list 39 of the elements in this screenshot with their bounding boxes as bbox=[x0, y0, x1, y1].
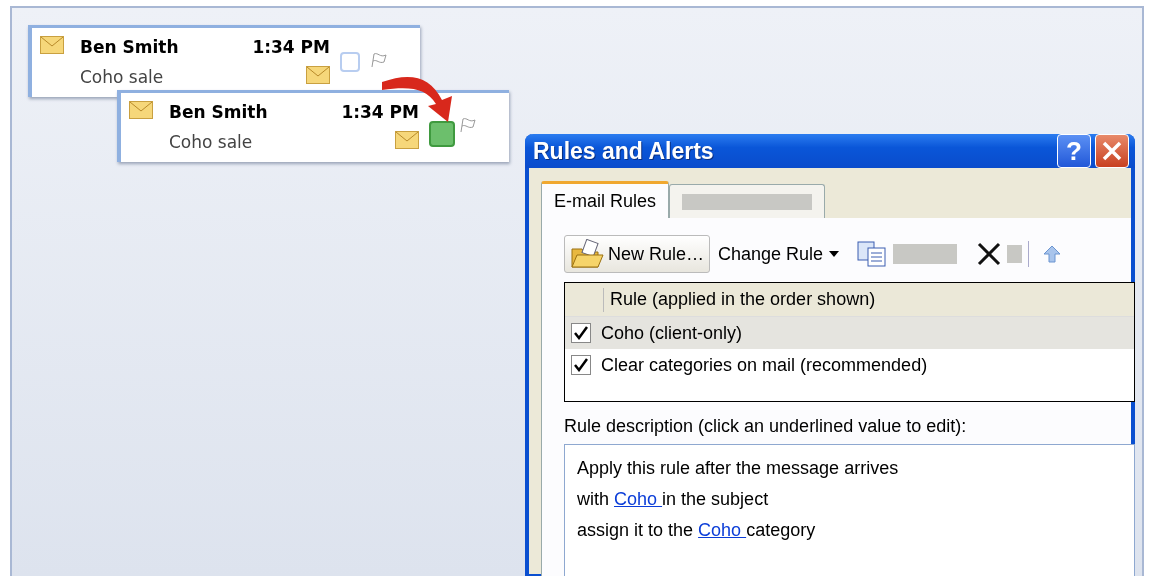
close-icon bbox=[1101, 140, 1123, 162]
envelope-icon bbox=[129, 101, 153, 119]
description-label: Rule description (click an underlined value to edit): bbox=[564, 416, 968, 438]
delete-icon[interactable] bbox=[977, 242, 1002, 266]
description-line: Apply this rule after the message arrives bbox=[577, 458, 899, 479]
curved-arrow bbox=[382, 76, 452, 122]
tab[interactable]: E-mail Rules bbox=[541, 181, 670, 218]
redacted-icon bbox=[1007, 245, 1023, 263]
new-rule-button[interactable]: New Rule… bbox=[564, 235, 711, 273]
description-line: assign it to the Coho category bbox=[577, 520, 816, 541]
value-link[interactable]: Coho bbox=[698, 520, 747, 540]
message-subject: Coho sale bbox=[169, 132, 254, 152]
rule-name: Clear categories on mail (recommended) bbox=[601, 354, 928, 376]
sender-name: Ben Smith bbox=[80, 37, 180, 57]
folder-icon bbox=[570, 239, 604, 269]
received-time: 1:34 PM bbox=[252, 37, 330, 57]
envelope-icon bbox=[395, 131, 419, 149]
rule-row[interactable]: Clear categories on mail (recommended) bbox=[565, 349, 1134, 381]
up-arrow-icon[interactable] bbox=[1043, 244, 1062, 264]
rule-name: Coho (client-only) bbox=[601, 322, 743, 344]
flag-icon bbox=[370, 52, 388, 68]
flag-icon bbox=[459, 117, 477, 133]
checkbox[interactable] bbox=[571, 323, 591, 343]
copy-icon[interactable] bbox=[857, 241, 888, 267]
description-line: with Coho in the subject bbox=[577, 489, 769, 510]
sender-name: Ben Smith bbox=[169, 102, 269, 122]
value-link[interactable]: Coho bbox=[614, 489, 663, 509]
redacted-label bbox=[893, 244, 958, 264]
received-time: 1:34 PM bbox=[341, 102, 419, 122]
close-button[interactable] bbox=[1095, 134, 1129, 168]
dialog-title: Rules and Alerts bbox=[533, 137, 715, 165]
envelope-icon bbox=[40, 36, 64, 54]
message-subject: Coho sale bbox=[80, 67, 165, 87]
checkbox[interactable] bbox=[571, 355, 591, 375]
envelope-icon bbox=[306, 66, 330, 84]
dropdown-caret-icon[interactable] bbox=[829, 251, 840, 257]
change-rule-button[interactable]: Change Rule bbox=[716, 243, 824, 265]
rule-row[interactable]: Coho (client-only) bbox=[565, 317, 1134, 349]
help-button[interactable]: ? bbox=[1057, 134, 1091, 168]
